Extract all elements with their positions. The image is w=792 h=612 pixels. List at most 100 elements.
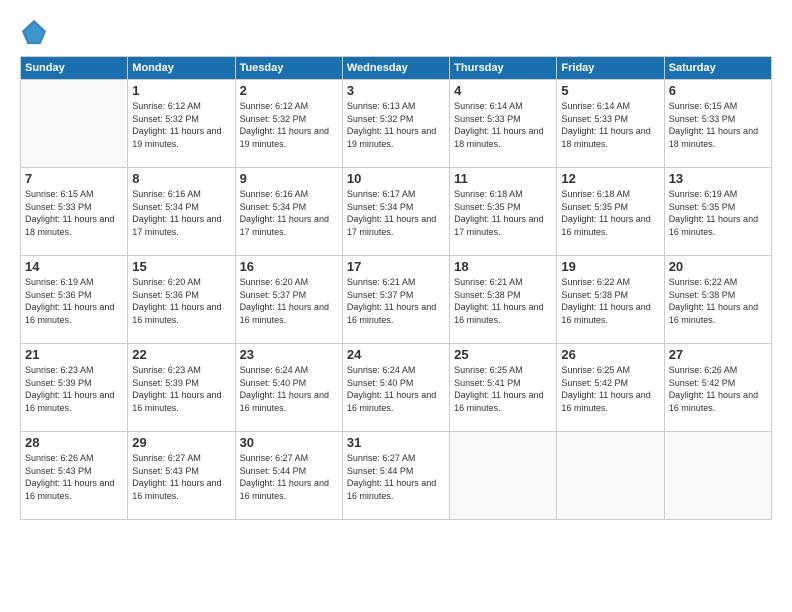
day-number: 4 [454,83,552,98]
day-number: 18 [454,259,552,274]
day-cell: 11 Sunrise: 6:18 AMSunset: 5:35 PMDayligh… [450,168,557,256]
day-number: 20 [669,259,767,274]
day-cell: 10Sunrise: 6:17 AMSunset: 5:34 PMDayligh… [342,168,449,256]
day-cell: 4 Sunrise: 6:14 AMSunset: 5:33 PMDaylight… [450,80,557,168]
weekday-header-row: SundayMondayTuesdayWednesdayThursdayFrid… [21,57,772,80]
day-info: Sunrise: 6:13 AMSunset: 5:32 PMDaylight:… [347,100,445,150]
day-number: 11 [454,171,552,186]
day-cell: 17Sunrise: 6:21 AMSunset: 5:37 PMDayligh… [342,256,449,344]
weekday-sunday: Sunday [21,57,128,80]
day-number: 25 [454,347,552,362]
week-row-3: 14Sunrise: 6:19 AMSunset: 5:36 PMDayligh… [21,256,772,344]
day-number: 7 [25,171,123,186]
day-cell [450,432,557,520]
day-number: 15 [132,259,230,274]
calendar-table: SundayMondayTuesdayWednesdayThursdayFrid… [20,56,772,520]
day-cell: 29Sunrise: 6:27 AMSunset: 5:43 PMDayligh… [128,432,235,520]
day-cell [557,432,664,520]
day-cell: 2 Sunrise: 6:12 AMSunset: 5:32 PMDaylight… [235,80,342,168]
day-number: 31 [347,435,445,450]
weekday-tuesday: Tuesday [235,57,342,80]
day-cell: 16Sunrise: 6:20 AMSunset: 5:37 PMDayligh… [235,256,342,344]
day-number: 1 [132,83,230,98]
day-number: 5 [561,83,659,98]
day-info: Sunrise: 6:12 AMSunset: 5:32 PMDaylight:… [132,100,230,150]
day-info: Sunrise: 6:19 AMSunset: 5:35 PMDaylight:… [669,188,767,238]
day-cell: 25 Sunrise: 6:25 AMSunset: 5:41 PMDayligh… [450,344,557,432]
day-number: 16 [240,259,338,274]
day-number: 21 [25,347,123,362]
day-info: Sunrise: 6:22 AMSunset: 5:38 PMDaylight:… [669,276,767,326]
day-info: Sunrise: 6:27 AMSunset: 5:44 PMDaylight:… [240,452,338,502]
day-number: 2 [240,83,338,98]
day-info: Sunrise: 6:26 AMSunset: 5:43 PMDaylight:… [25,452,123,502]
page: SundayMondayTuesdayWednesdayThursdayFrid… [0,0,792,612]
day-cell: 23 Sunrise: 6:24 AMSunset: 5:40 PMDayligh… [235,344,342,432]
day-info: Sunrise: 6:18 AMSunset: 5:35 PMDaylight:… [561,188,659,238]
day-cell: 24 Sunrise: 6:24 AMSunset: 5:40 PMDayligh… [342,344,449,432]
day-number: 10 [347,171,445,186]
day-number: 23 [240,347,338,362]
day-info: Sunrise: 6:15 AMSunset: 5:33 PMDaylight:… [25,188,123,238]
day-info: Sunrise: 6:25 AMSunset: 5:42 PMDaylight:… [561,364,659,414]
day-info: Sunrise: 6:23 AMSunset: 5:39 PMDaylight:… [132,364,230,414]
day-info: Sunrise: 6:21 AMSunset: 5:38 PMDaylight:… [454,276,552,326]
day-info: Sunrise: 6:20 AMSunset: 5:36 PMDaylight:… [132,276,230,326]
day-cell: 22 Sunrise: 6:23 AMSunset: 5:39 PMDayligh… [128,344,235,432]
week-row-1: 1 Sunrise: 6:12 AMSunset: 5:32 PMDaylight… [21,80,772,168]
logo-icon [20,18,48,46]
day-info: Sunrise: 6:16 AMSunset: 5:34 PMDaylight:… [240,188,338,238]
day-info: Sunrise: 6:14 AMSunset: 5:33 PMDaylight:… [561,100,659,150]
day-cell [21,80,128,168]
day-info: Sunrise: 6:14 AMSunset: 5:33 PMDaylight:… [454,100,552,150]
day-info: Sunrise: 6:26 AMSunset: 5:42 PMDaylight:… [669,364,767,414]
day-number: 29 [132,435,230,450]
day-info: Sunrise: 6:19 AMSunset: 5:36 PMDaylight:… [25,276,123,326]
header [20,18,772,46]
day-cell: 12Sunrise: 6:18 AMSunset: 5:35 PMDayligh… [557,168,664,256]
day-number: 6 [669,83,767,98]
day-info: Sunrise: 6:15 AMSunset: 5:33 PMDaylight:… [669,100,767,150]
day-cell: 14Sunrise: 6:19 AMSunset: 5:36 PMDayligh… [21,256,128,344]
day-cell: 26Sunrise: 6:25 AMSunset: 5:42 PMDayligh… [557,344,664,432]
day-cell: 6 Sunrise: 6:15 AMSunset: 5:33 PMDaylight… [664,80,771,168]
day-cell: 9 Sunrise: 6:16 AMSunset: 5:34 PMDaylight… [235,168,342,256]
day-number: 28 [25,435,123,450]
day-cell: 1 Sunrise: 6:12 AMSunset: 5:32 PMDaylight… [128,80,235,168]
day-number: 22 [132,347,230,362]
day-info: Sunrise: 6:25 AMSunset: 5:41 PMDaylight:… [454,364,552,414]
day-cell: 7 Sunrise: 6:15 AMSunset: 5:33 PMDaylight… [21,168,128,256]
day-cell: 18 Sunrise: 6:21 AMSunset: 5:38 PMDayligh… [450,256,557,344]
day-number: 30 [240,435,338,450]
day-info: Sunrise: 6:24 AMSunset: 5:40 PMDaylight:… [240,364,338,414]
day-info: Sunrise: 6:24 AMSunset: 5:40 PMDaylight:… [347,364,445,414]
day-info: Sunrise: 6:18 AMSunset: 5:35 PMDaylight:… [454,188,552,238]
weekday-wednesday: Wednesday [342,57,449,80]
day-info: Sunrise: 6:12 AMSunset: 5:32 PMDaylight:… [240,100,338,150]
logo [20,18,52,46]
day-info: Sunrise: 6:27 AMSunset: 5:44 PMDaylight:… [347,452,445,502]
weekday-friday: Friday [557,57,664,80]
day-number: 24 [347,347,445,362]
day-number: 19 [561,259,659,274]
day-cell: 21 Sunrise: 6:23 AMSunset: 5:39 PMDayligh… [21,344,128,432]
day-number: 13 [669,171,767,186]
day-info: Sunrise: 6:23 AMSunset: 5:39 PMDaylight:… [25,364,123,414]
day-cell: 20 Sunrise: 6:22 AMSunset: 5:38 PMDayligh… [664,256,771,344]
weekday-saturday: Saturday [664,57,771,80]
day-cell: 3 Sunrise: 6:13 AMSunset: 5:32 PMDaylight… [342,80,449,168]
day-number: 8 [132,171,230,186]
day-cell: 5 Sunrise: 6:14 AMSunset: 5:33 PMDaylight… [557,80,664,168]
day-number: 3 [347,83,445,98]
weekday-thursday: Thursday [450,57,557,80]
day-cell: 28 Sunrise: 6:26 AMSunset: 5:43 PMDayligh… [21,432,128,520]
weekday-monday: Monday [128,57,235,80]
week-row-2: 7 Sunrise: 6:15 AMSunset: 5:33 PMDaylight… [21,168,772,256]
day-number: 27 [669,347,767,362]
day-cell: 13 Sunrise: 6:19 AMSunset: 5:35 PMDayligh… [664,168,771,256]
day-info: Sunrise: 6:16 AMSunset: 5:34 PMDaylight:… [132,188,230,238]
week-row-4: 21 Sunrise: 6:23 AMSunset: 5:39 PMDayligh… [21,344,772,432]
day-cell: 15 Sunrise: 6:20 AMSunset: 5:36 PMDayligh… [128,256,235,344]
day-cell: 8 Sunrise: 6:16 AMSunset: 5:34 PMDaylight… [128,168,235,256]
day-number: 9 [240,171,338,186]
